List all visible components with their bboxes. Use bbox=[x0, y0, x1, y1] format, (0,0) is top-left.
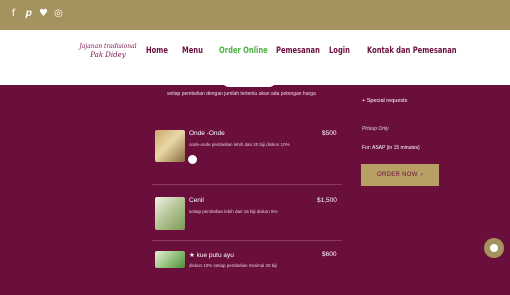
item-price: $1,500 bbox=[317, 197, 337, 204]
navbar bbox=[0, 30, 510, 85]
item-name: Onde -Onde bbox=[189, 130, 225, 137]
chat-icon bbox=[490, 244, 498, 252]
item-price: $500 bbox=[322, 130, 337, 137]
social-bar: f 𝒑 ♥ ◎ bbox=[0, 0, 510, 30]
logo-line-2: Pak Didey bbox=[90, 51, 126, 59]
pickup-time[interactable]: For: ASAP (in 15 minutes) bbox=[362, 145, 420, 151]
item-description: diskon 10% setiap pembelian minimal 20 b… bbox=[189, 263, 278, 268]
nav-pemesanan[interactable]: Pemesanan bbox=[276, 46, 320, 56]
nav-menu[interactable]: Menu bbox=[182, 46, 203, 56]
social-links: f 𝒑 ♥ ◎ bbox=[9, 8, 63, 20]
item-description: onde-onde pembelian lebih dari 20 biji d… bbox=[189, 142, 290, 147]
order-now-button[interactable]: ORDER NOW › bbox=[361, 164, 439, 186]
item-image bbox=[155, 197, 185, 230]
nav-order-online[interactable]: Order Online bbox=[219, 46, 268, 56]
menu-intro: setiap pembelian dengan jumlah tertentu … bbox=[167, 91, 316, 97]
item-name: ★ kue putu ayu bbox=[189, 252, 234, 259]
nav-kontak[interactable]: Kontak dan Pemesanan bbox=[367, 46, 457, 56]
item-description: setiap pembelian lebih dari 15 biji disk… bbox=[189, 209, 278, 214]
order-now-label: ORDER NOW bbox=[376, 172, 418, 178]
chevron-right-icon: › bbox=[420, 172, 423, 178]
item-divider bbox=[152, 184, 342, 185]
chat-button[interactable] bbox=[484, 238, 504, 258]
item-image bbox=[155, 251, 185, 268]
special-requests-link[interactable]: + Special requests bbox=[362, 98, 407, 104]
nav-home[interactable]: Home bbox=[146, 46, 168, 56]
item-image bbox=[155, 130, 185, 162]
pinterest-icon[interactable]: 𝒑 bbox=[24, 8, 33, 20]
nav-login[interactable]: Login bbox=[329, 46, 350, 56]
site-logo[interactable]: Jajanan tradisional Pak Didey bbox=[78, 42, 138, 60]
section-title-tab bbox=[222, 80, 276, 87]
item-price: $600 bbox=[322, 251, 337, 258]
twitter-icon[interactable]: ♥ bbox=[39, 8, 48, 20]
instagram-icon[interactable]: ◎ bbox=[54, 8, 63, 20]
item-name: Cenil bbox=[189, 197, 204, 204]
quantity-indicator[interactable] bbox=[188, 155, 197, 164]
pickup-label: Pickup Only bbox=[362, 126, 389, 132]
facebook-icon[interactable]: f bbox=[9, 8, 18, 20]
logo-line-1: Jajanan tradisional bbox=[79, 43, 137, 50]
item-divider bbox=[152, 240, 342, 241]
